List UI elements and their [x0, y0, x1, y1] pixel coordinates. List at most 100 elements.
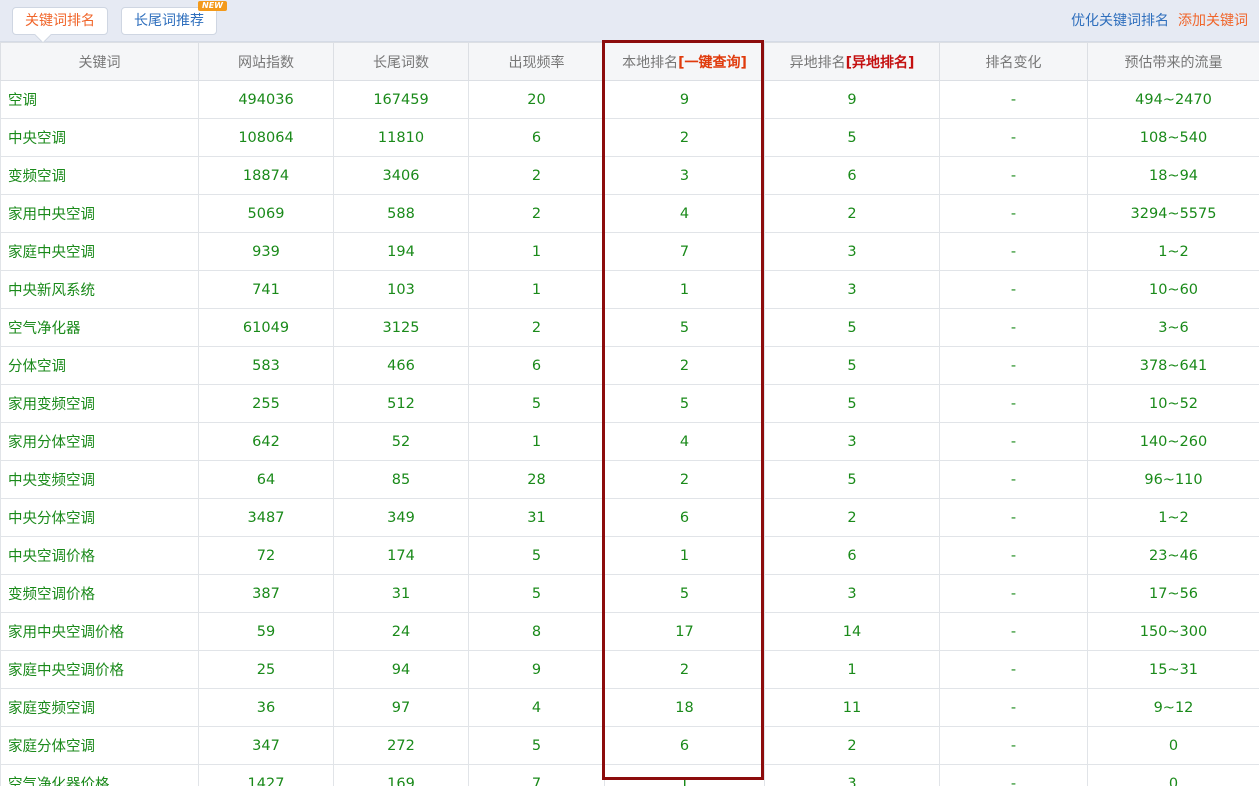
- longtail-count-cell: 31: [333, 574, 469, 613]
- remote-rank-button[interactable]: [异地排名]: [846, 55, 915, 71]
- site-index-cell: 583: [198, 346, 334, 385]
- traffic-cell: 1~2: [1087, 498, 1259, 537]
- local-rank-cell: 7: [604, 232, 765, 271]
- longtail-count-cell: 194: [333, 232, 469, 271]
- frequency-cell: 8: [468, 612, 605, 651]
- longtail-count-cell: 466: [333, 346, 469, 385]
- remote-rank-cell: 6: [764, 156, 940, 195]
- header-frequency: 出现频率: [468, 42, 605, 81]
- local-rank-cell: 6: [604, 726, 765, 765]
- header-remote-rank: 异地排名[异地排名]: [764, 42, 940, 81]
- site-index-cell: 387: [198, 574, 334, 613]
- frequency-cell: 6: [468, 118, 605, 157]
- frequency-cell: 1: [468, 422, 605, 461]
- keyword-cell: 分体空调: [0, 346, 199, 385]
- frequency-cell: 5: [468, 726, 605, 765]
- rank-change-cell: -: [939, 498, 1088, 537]
- traffic-cell: 378~641: [1087, 346, 1259, 385]
- local-rank-cell: 5: [604, 308, 765, 347]
- remote-rank-cell: 3: [764, 270, 940, 309]
- frequency-cell: 31: [468, 498, 605, 537]
- rank-change-cell: -: [939, 650, 1088, 689]
- longtail-count-cell: 94: [333, 650, 469, 689]
- local-rank-cell: 1: [604, 764, 765, 786]
- keyword-cell: 变频空调价格: [0, 574, 199, 613]
- traffic-cell: 18~94: [1087, 156, 1259, 195]
- keyword-cell: 家庭变频空调: [0, 688, 199, 727]
- frequency-cell: 4: [468, 688, 605, 727]
- rank-change-cell: -: [939, 346, 1088, 385]
- frequency-cell: 7: [468, 764, 605, 786]
- remote-rank-cell: 5: [764, 346, 940, 385]
- traffic-cell: 140~260: [1087, 422, 1259, 461]
- longtail-count-cell: 97: [333, 688, 469, 727]
- site-index-cell: 25: [198, 650, 334, 689]
- local-rank-cell: 3: [604, 156, 765, 195]
- tab-longtail-recommend[interactable]: 长尾词推荐 NEW: [121, 1, 227, 35]
- top-toolbar: 关键词排名 长尾词推荐 NEW 优化关键词排名 添加关键词: [0, 0, 1259, 44]
- local-rank-cell: 5: [604, 574, 765, 613]
- remote-rank-cell: 1: [764, 650, 940, 689]
- keyword-cell: 中央分体空调: [0, 498, 199, 537]
- longtail-count-cell: 588: [333, 194, 469, 233]
- traffic-cell: 96~110: [1087, 460, 1259, 499]
- site-index-cell: 18874: [198, 156, 334, 195]
- local-rank-cell: 5: [604, 384, 765, 423]
- one-click-query-button[interactable]: [一键查询]: [678, 55, 747, 71]
- tab-keyword-rank[interactable]: 关键词排名: [12, 7, 108, 44]
- frequency-cell: 9: [468, 650, 605, 689]
- longtail-count-cell: 85: [333, 460, 469, 499]
- longtail-count-cell: 169: [333, 764, 469, 786]
- site-index-cell: 59: [198, 612, 334, 651]
- optimize-keyword-rank-link[interactable]: 优化关键词排名: [1071, 12, 1169, 30]
- local-rank-cell: 1: [604, 536, 765, 575]
- table-row: 空调 494036 167459 20 9 9-494~2470: [0, 80, 1259, 119]
- rank-change-cell: -: [939, 270, 1088, 309]
- remote-rank-cell: 3: [764, 232, 940, 271]
- table-header-row: 关键词 网站指数 长尾词数 出现频率 本地排名[一键查询] 异地排名[异地排名]…: [0, 42, 1259, 81]
- rank-change-cell: -: [939, 194, 1088, 233]
- frequency-cell: 5: [468, 536, 605, 575]
- site-index-cell: 72: [198, 536, 334, 575]
- site-index-cell: 108064: [198, 118, 334, 157]
- rank-change-cell: -: [939, 80, 1088, 119]
- site-index-cell: 255: [198, 384, 334, 423]
- traffic-cell: 15~31: [1087, 650, 1259, 689]
- table-row: 中央空调 108064 11810 6 2 5-108~540: [0, 118, 1259, 157]
- frequency-cell: 2: [468, 308, 605, 347]
- longtail-count-cell: 52: [333, 422, 469, 461]
- traffic-cell: 17~56: [1087, 574, 1259, 613]
- traffic-cell: 3294~5575: [1087, 194, 1259, 233]
- traffic-cell: 494~2470: [1087, 80, 1259, 119]
- add-keyword-link[interactable]: 添加关键词: [1178, 12, 1248, 30]
- rank-change-cell: -: [939, 726, 1088, 765]
- traffic-cell: 1~2: [1087, 232, 1259, 271]
- remote-rank-cell: 5: [764, 308, 940, 347]
- longtail-count-cell: 103: [333, 270, 469, 309]
- header-traffic: 预估带来的流量: [1087, 42, 1259, 81]
- tab-longtail-recommend-label: 长尾词推荐: [134, 13, 204, 29]
- header-local-rank-label: 本地排名: [622, 54, 679, 71]
- keyword-cell: 家用中央空调: [0, 194, 199, 233]
- keyword-cell: 家用中央空调价格: [0, 612, 199, 651]
- remote-rank-cell: 2: [764, 194, 940, 233]
- remote-rank-cell: 14: [764, 612, 940, 651]
- traffic-cell: 9~12: [1087, 688, 1259, 727]
- traffic-cell: 108~540: [1087, 118, 1259, 157]
- site-index-cell: 642: [198, 422, 334, 461]
- frequency-cell: 2: [468, 156, 605, 195]
- site-index-cell: 1427: [198, 764, 334, 786]
- remote-rank-cell: 6: [764, 536, 940, 575]
- longtail-count-cell: 174: [333, 536, 469, 575]
- local-rank-cell: 6: [604, 498, 765, 537]
- site-index-cell: 939: [198, 232, 334, 271]
- site-index-cell: 36: [198, 688, 334, 727]
- frequency-cell: 5: [468, 574, 605, 613]
- site-index-cell: 347: [198, 726, 334, 765]
- table-row: 家庭中央空调价格 25 94 9 2 1-15~31: [0, 650, 1259, 689]
- traffic-cell: 10~52: [1087, 384, 1259, 423]
- rank-change-cell: -: [939, 574, 1088, 613]
- keyword-cell: 家用变频空调: [0, 384, 199, 423]
- local-rank-cell: 4: [604, 194, 765, 233]
- keyword-cell: 中央空调价格: [0, 536, 199, 575]
